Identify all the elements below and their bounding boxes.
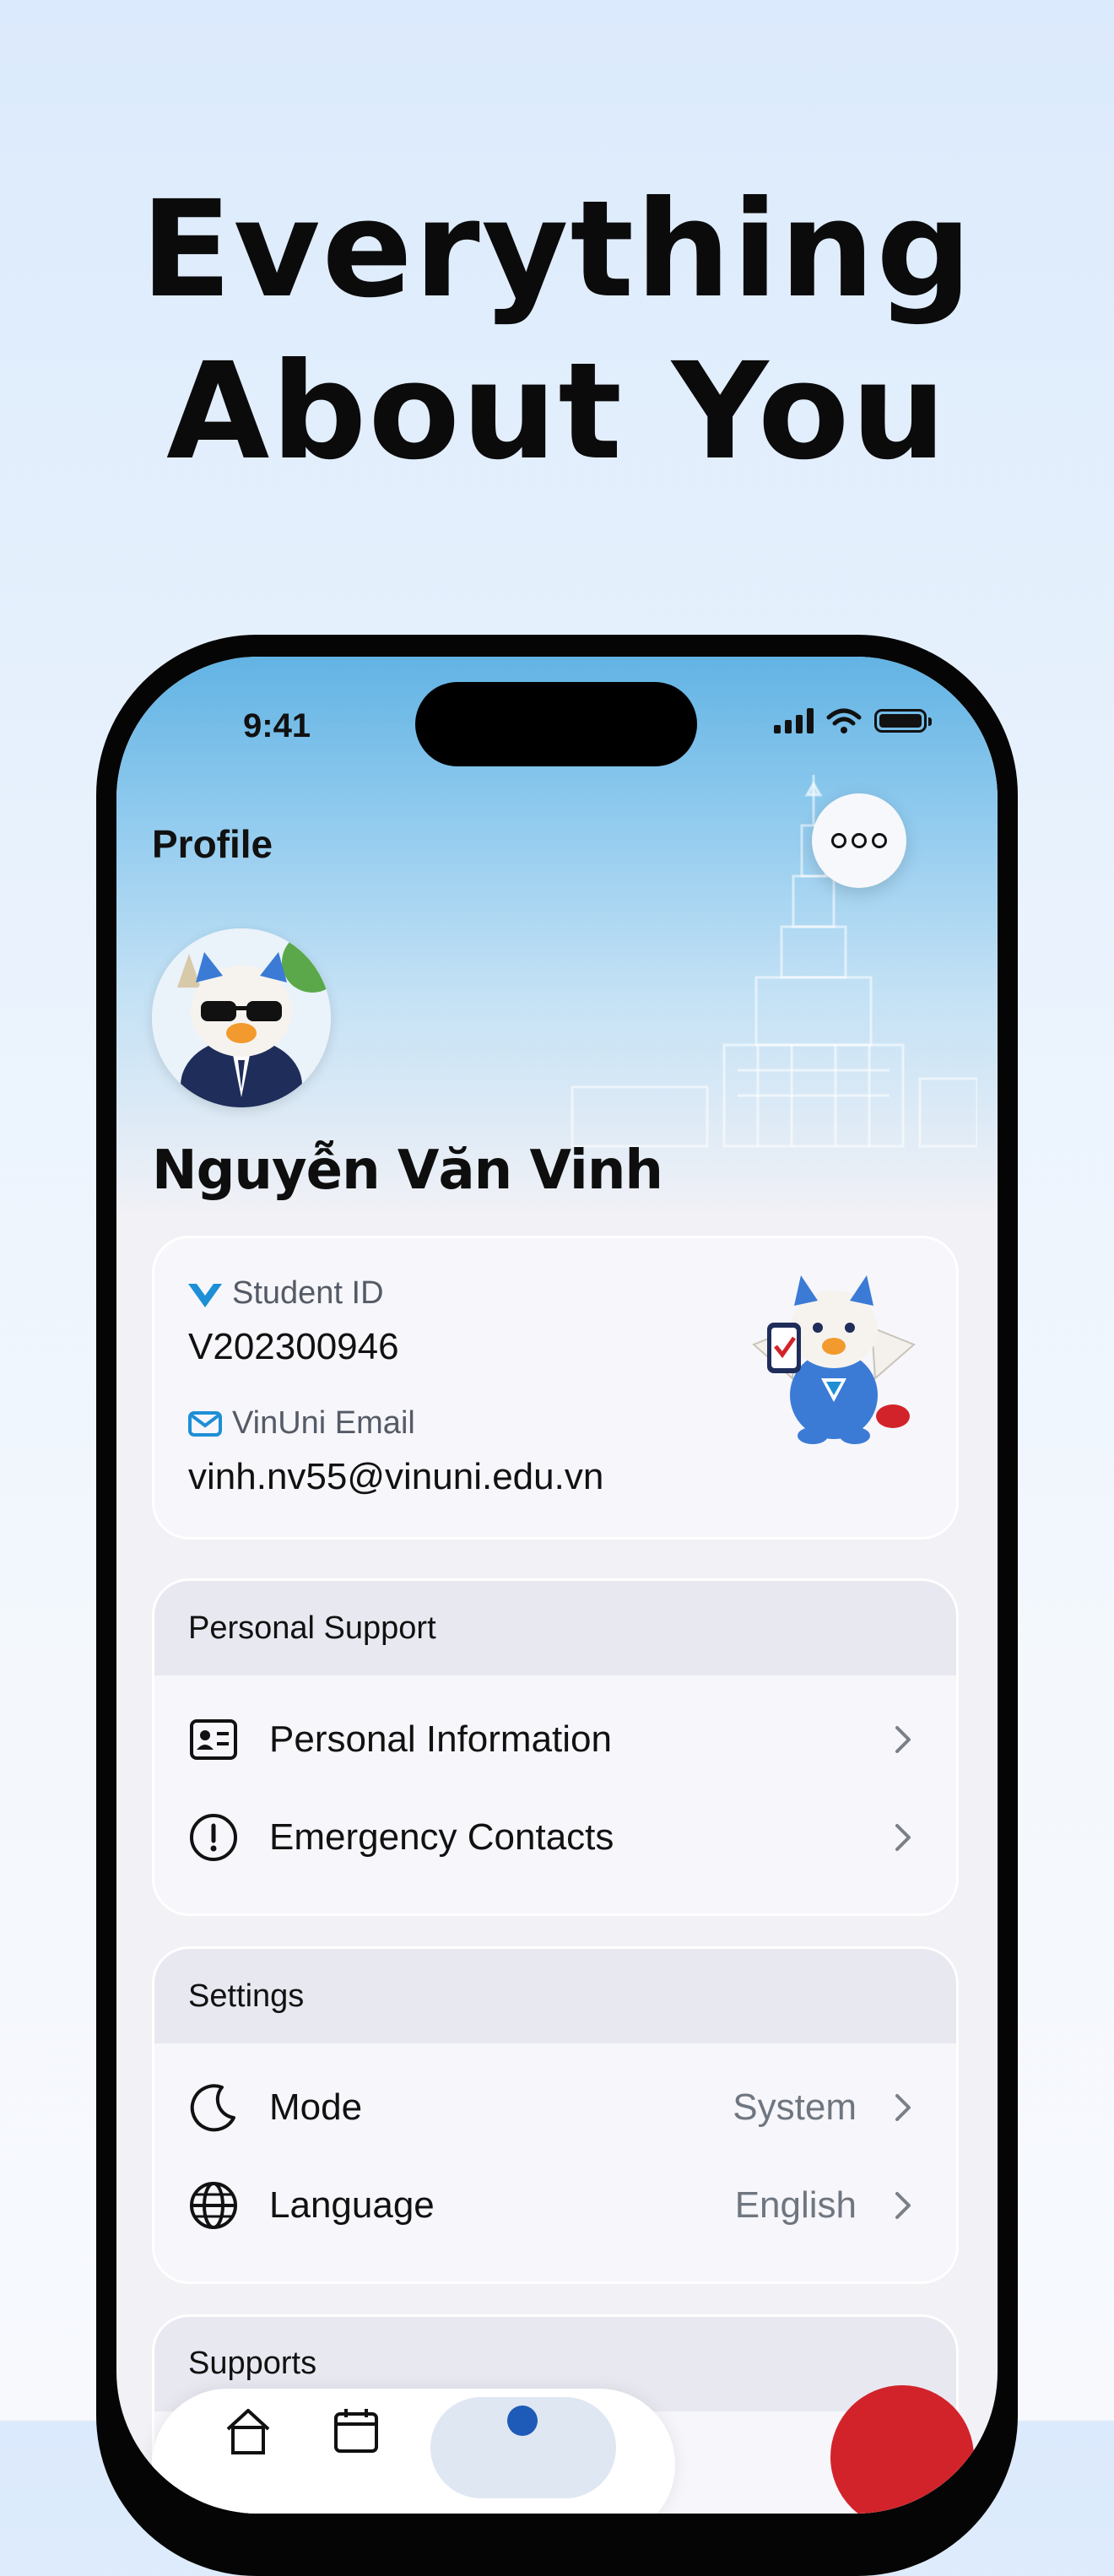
email-value: vinh.nv55@vinuni.edu.vn (188, 1456, 604, 1497)
mascot-phone-illustration (752, 1275, 916, 1444)
phone-screen: 9:41 Profile Nguyễn Văn Vinh Student ID … (116, 657, 998, 2514)
student-id-label: Student ID (232, 1275, 384, 1311)
tab-profile-selected[interactable] (430, 2397, 616, 2498)
campus-tower-illustration (571, 775, 977, 1148)
mail-icon (188, 1410, 222, 1437)
verified-check-icon (188, 1283, 222, 1307)
status-icons (774, 707, 932, 734)
student-id-label-row: Student ID (188, 1275, 384, 1312)
more-dot-icon (831, 833, 846, 848)
battery-icon (874, 709, 932, 733)
more-options-button[interactable] (812, 793, 906, 888)
emergency-contacts-row[interactable]: Emergency Contacts (154, 1789, 956, 1886)
student-info-card: Student ID V202300946 VinUni Email vinh.… (152, 1236, 959, 1540)
language-row[interactable]: Language English (154, 2157, 956, 2254)
tab-calendar-icon[interactable] (331, 2406, 381, 2456)
headline-line-2: About You (166, 334, 948, 490)
globe-icon (188, 2180, 239, 2231)
tab-profile-icon (507, 2406, 538, 2436)
emergency-contacts-label: Emergency Contacts (269, 1816, 614, 1858)
language-value: English (734, 2184, 857, 2226)
personal-support-header: Personal Support (154, 1581, 956, 1675)
tab-home-icon[interactable] (223, 2406, 273, 2456)
status-time: 9:41 (243, 707, 311, 744)
language-label: Language (269, 2184, 435, 2226)
email-label: VinUni Email (232, 1405, 415, 1441)
chevron-right-icon (895, 2094, 911, 2121)
mascot-avatar-image (152, 928, 331, 1107)
wifi-icon (826, 708, 862, 733)
personal-support-section: Personal Support Personal Information Em… (152, 1578, 959, 1916)
bottom-tab-bar (152, 2389, 675, 2514)
alert-circle-icon (188, 1812, 239, 1863)
chevron-right-icon (895, 1726, 911, 1753)
avatar[interactable] (152, 928, 331, 1107)
personal-information-row[interactable]: Personal Information (154, 1691, 956, 1789)
dynamic-island (415, 682, 697, 766)
chevron-right-icon (895, 2192, 911, 2219)
settings-section: Settings Mode System Language English (152, 1946, 959, 2284)
marketing-headline: Everything About You (0, 169, 1114, 493)
email-label-row: VinUni Email (188, 1405, 415, 1442)
moon-icon (188, 2082, 239, 2133)
mode-value: System (733, 2086, 857, 2128)
more-dot-icon (872, 833, 887, 848)
signal-icon (774, 708, 814, 733)
personal-information-label: Personal Information (269, 1718, 612, 1760)
mode-row[interactable]: Mode System (154, 2059, 956, 2157)
settings-header: Settings (154, 1949, 956, 2043)
mode-label: Mode (269, 2086, 363, 2128)
chevron-right-icon (895, 1824, 911, 1851)
student-id-value: V202300946 (188, 1326, 399, 1367)
profile-name: Nguyễn Văn Vinh (152, 1139, 663, 1202)
id-card-icon (188, 1714, 239, 1765)
page-title: Profile (152, 822, 273, 866)
headline-line-1: Everything (140, 172, 974, 327)
more-dot-icon (852, 833, 867, 848)
